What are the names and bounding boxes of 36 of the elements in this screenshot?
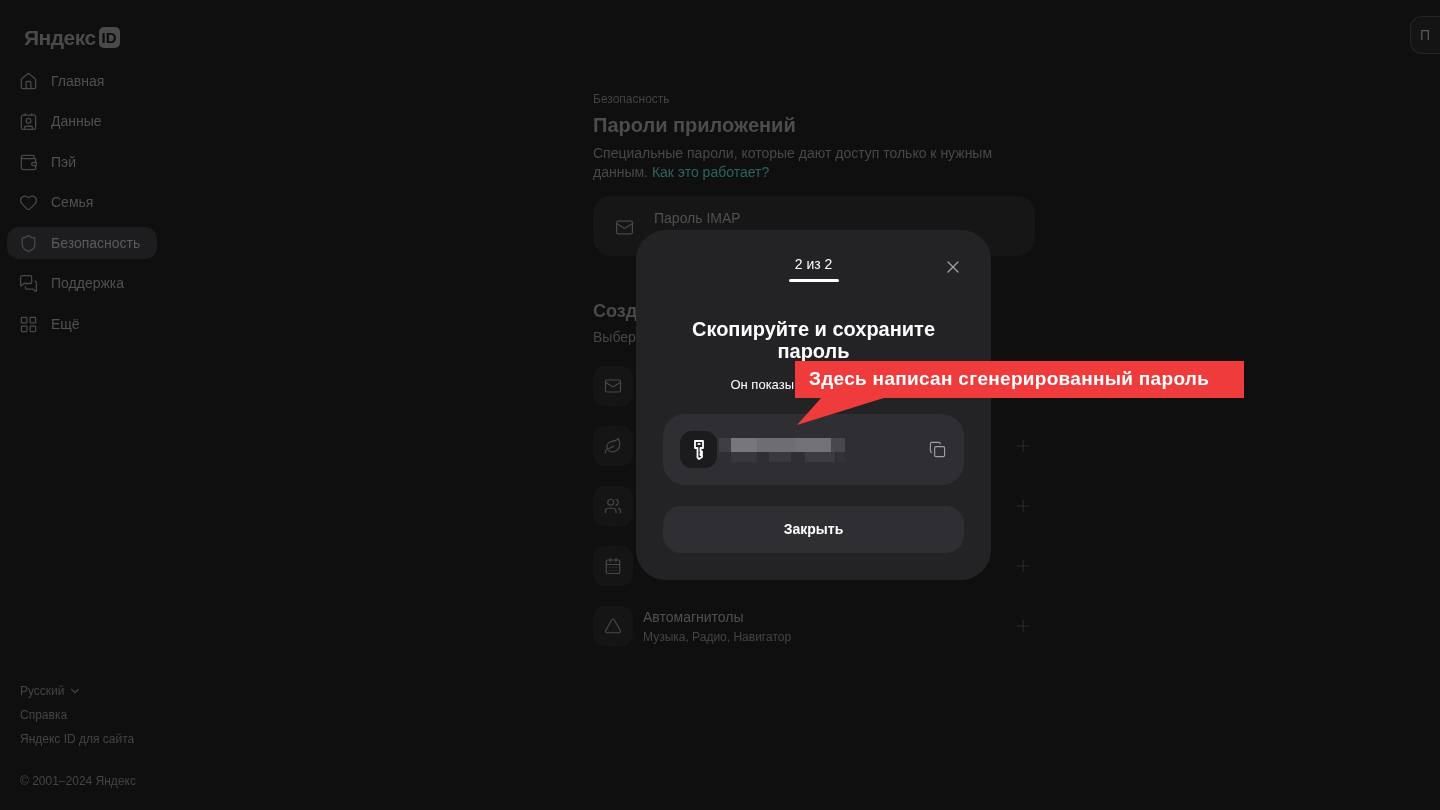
wallet-icon	[19, 152, 38, 172]
modal-title: Скопируйте и сохраните пароль	[690, 318, 937, 362]
section-subtitle: Выбер	[593, 328, 636, 347]
section-heading: Созд	[593, 300, 638, 323]
mail-icon	[615, 218, 634, 237]
sidebar-item[interactable]: Семья	[7, 186, 157, 219]
triangle-icon	[604, 617, 622, 635]
help-link[interactable]: Как это работает?	[651, 164, 770, 180]
home-icon	[19, 71, 38, 91]
page-title: Пароли приложений	[593, 113, 796, 138]
page-description: Специальные пароли, которые дают доступ только к нужным данным. Как это работает?	[593, 144, 994, 182]
mail-icon	[604, 377, 622, 395]
contact-card-icon	[19, 112, 38, 132]
app-title: Автомагнитолы	[643, 607, 744, 627]
copy-icon	[929, 441, 946, 458]
copy-button[interactable]	[929, 441, 946, 458]
modal-subtitle: Он показы	[730, 377, 794, 392]
sidebar-item[interactable]: Безопасность	[7, 227, 157, 260]
sidebar-item[interactable]: Данные	[7, 105, 157, 138]
sidebar-item[interactable]: Главная	[7, 65, 157, 97]
sidebar-item[interactable]: Пэй	[7, 146, 157, 179]
sidebar-item[interactable]: Поддержка	[7, 267, 157, 300]
profile-button[interactable]: П	[1410, 16, 1440, 54]
close-dialog-button[interactable]: Закрыть	[663, 506, 964, 553]
chat-icon	[19, 274, 38, 294]
leaf-icon	[604, 437, 622, 455]
key-icon	[692, 439, 705, 460]
step-indicator: 2 из 2	[788, 254, 839, 282]
heart-icon	[19, 193, 38, 213]
shield-icon	[19, 233, 38, 253]
people-icon	[604, 497, 622, 515]
sidebar-item[interactable]: Ещё	[7, 308, 157, 341]
logo-text: Яндекс	[24, 26, 96, 48]
logo-badge: ID	[98, 26, 120, 48]
calendar-icon	[604, 557, 622, 575]
grid-icon	[19, 315, 38, 335]
